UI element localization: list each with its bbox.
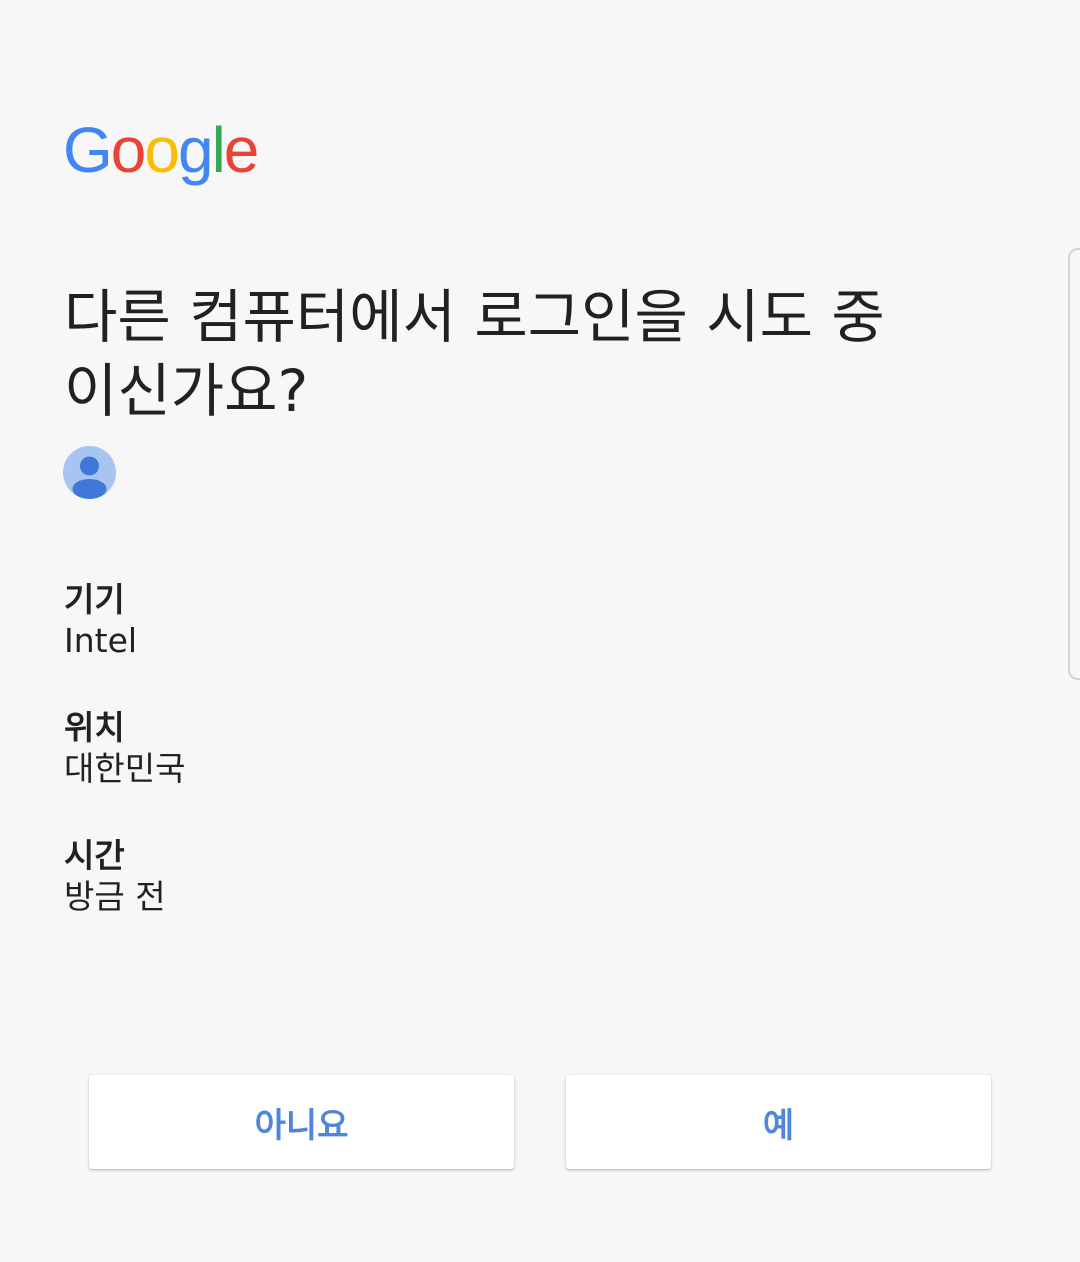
time-label: 시간 (64, 836, 125, 875)
yes-button[interactable]: 예 (566, 1075, 991, 1169)
google-logo: Google (63, 114, 260, 186)
logo-letter-e: e (223, 114, 260, 186)
person-icon (72, 456, 107, 499)
device-label: 기기 (64, 580, 125, 619)
logo-letter-o1: o (110, 114, 147, 186)
logo-letter-l: l (211, 114, 226, 186)
side-panel-handle[interactable] (1068, 248, 1080, 680)
device-value: Intel (64, 621, 138, 660)
device-field: 기기 Intel (64, 580, 137, 662)
logo-letter-g: G (63, 114, 113, 186)
location-field: 위치 대한민국 (64, 708, 185, 790)
no-button[interactable]: 아니요 (89, 1075, 514, 1169)
time-value: 방금 전 (64, 877, 166, 916)
avatar (63, 446, 116, 499)
time-field: 시간 방금 전 (64, 836, 166, 918)
logo-letter-o2: o (144, 114, 180, 186)
logo-letter-g2: g (177, 114, 214, 186)
location-label: 위치 (64, 708, 125, 747)
page-title: 다른 컴퓨터에서 로그인을 시도 중이신가요? (64, 283, 885, 425)
location-value: 대한민국 (64, 749, 186, 788)
